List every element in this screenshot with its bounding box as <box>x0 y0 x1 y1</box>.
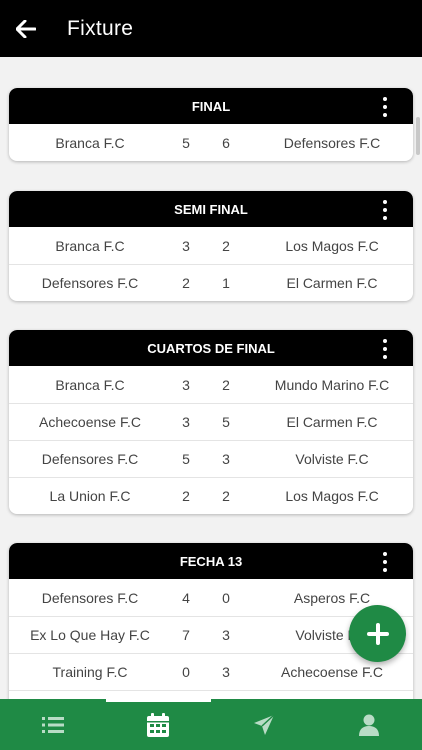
away-team: Defensores F.C <box>283 134 381 151</box>
user-icon <box>359 714 380 736</box>
home-team: Defensores F.C <box>41 589 139 606</box>
home-team: Ex Lo Que Hay F.C <box>30 627 150 643</box>
back-button[interactable] <box>1 0 51 57</box>
match-list: Branca F.C 3 2 Mundo Marino F.C Achecoen… <box>9 366 413 514</box>
nav-item-profile[interactable] <box>317 699 422 750</box>
away-team: Volviste F.C <box>295 451 369 467</box>
list-icon <box>41 716 64 733</box>
more-vert-icon <box>383 552 387 556</box>
match-list: Branca F.C 5 6 Defensores F.C <box>9 124 413 161</box>
home-score: 3 <box>182 414 190 430</box>
round-header: SEMI FINAL <box>9 191 413 227</box>
round-title: FINAL <box>191 98 231 114</box>
away-score: 0 <box>222 589 230 606</box>
away-score: 2 <box>222 488 230 504</box>
home-score: 2 <box>182 488 190 504</box>
away-team: El Carmen F.C <box>286 275 378 291</box>
match-row[interactable]: La Union F.C 2 2 Los Magos F.C <box>9 477 413 514</box>
match-row[interactable]: Training F.C 0 3 Achecoense F.C <box>9 653 413 690</box>
away-score: 5 <box>222 414 230 430</box>
match-row[interactable]: Branca F.C 5 6 Defensores F.C <box>9 124 413 161</box>
add-match-button[interactable] <box>349 605 406 662</box>
round-menu-button[interactable] <box>373 200 397 220</box>
away-team: Los Magos F.C <box>285 237 379 254</box>
away-team: El Carmen F.C <box>286 414 378 430</box>
round-title: CUARTOS DE FINAL <box>147 340 275 356</box>
home-team: La Union F.C <box>49 488 131 504</box>
match-row[interactable]: Defensores F.C 2 1 El Carmen F.C <box>9 264 413 301</box>
match-row[interactable]: Branca F.C 3 2 Los Magos F.C <box>9 227 413 264</box>
round-menu-button[interactable] <box>373 97 397 117</box>
home-score: 5 <box>182 451 190 467</box>
app-bar: Fixture <box>0 0 422 57</box>
bottom-nav <box>0 699 422 750</box>
home-score: 7 <box>182 627 190 643</box>
page-title: Fixture <box>67 16 134 40</box>
away-score: 2 <box>222 237 230 254</box>
round-header: FINAL <box>9 88 413 124</box>
home-team: Branca F.C <box>55 237 125 254</box>
round-card-final: FINAL Branca F.C 5 6 Defensores F.C <box>9 88 413 161</box>
round-menu-button[interactable] <box>373 552 397 572</box>
match-row[interactable]: Branca F.C 3 2 Mundo Marino F.C <box>9 366 413 403</box>
away-score: 3 <box>222 451 230 467</box>
match-row[interactable]: Defensores F.C 5 3 Volviste F.C <box>9 440 413 477</box>
home-team: Achecoense F.C <box>39 414 141 430</box>
round-card-cuartos-de-final: CUARTOS DE FINAL Branca F.C 3 2 Mundo Ma… <box>9 330 413 514</box>
round-title: FECHA 13 <box>179 553 243 569</box>
away-score: 2 <box>222 376 230 393</box>
away-team: Asperos F.C <box>293 589 371 606</box>
plus-icon <box>366 622 389 645</box>
send-icon <box>253 713 275 735</box>
home-team: Training F.C <box>52 664 128 680</box>
nav-item-list[interactable] <box>0 699 106 750</box>
home-score: 4 <box>182 589 190 606</box>
away-team: Los Magos F.C <box>285 488 379 504</box>
arrow-left-icon <box>16 19 36 38</box>
away-score: 3 <box>222 664 230 680</box>
round-title: SEMI FINAL <box>174 201 248 217</box>
calendar-icon <box>147 712 170 737</box>
match-list: Branca F.C 3 2 Los Magos F.C Defensores … <box>9 227 413 301</box>
more-vert-icon <box>383 97 387 101</box>
more-vert-icon <box>383 339 387 343</box>
match-row[interactable]: Defensores F.C 4 0 Asperos F.C <box>9 579 413 616</box>
away-score: 3 <box>222 627 230 643</box>
round-menu-button[interactable] <box>373 339 397 359</box>
more-vert-icon <box>383 200 387 204</box>
home-score: 5 <box>182 134 190 151</box>
away-score: 6 <box>222 134 230 151</box>
round-header: CUARTOS DE FINAL <box>9 330 413 366</box>
round-card-semi-final: SEMI FINAL Branca F.C 3 2 Los Magos F.C … <box>9 191 413 301</box>
home-score: 3 <box>182 376 190 393</box>
match-row[interactable] <box>9 690 413 699</box>
home-score: 2 <box>182 275 190 291</box>
away-score: 1 <box>222 275 230 291</box>
scrollbar[interactable] <box>416 117 420 155</box>
home-team: Branca F.C <box>55 134 125 151</box>
match-row[interactable]: Achecoense F.C 3 5 El Carmen F.C <box>9 403 413 440</box>
home-score: 0 <box>182 664 190 680</box>
home-score: 3 <box>182 237 190 254</box>
home-team: Branca F.C <box>55 376 125 393</box>
away-team: Achecoense F.C <box>281 664 383 680</box>
nav-item-calendar[interactable] <box>105 699 212 750</box>
round-header: FECHA 13 <box>9 543 413 579</box>
home-team: Defensores F.C <box>41 275 139 291</box>
home-team: Defensores F.C <box>41 451 139 467</box>
fixture-list[interactable]: FINAL Branca F.C 5 6 Defensores F.C SEMI… <box>0 57 422 699</box>
away-team: Mundo Marino F.C <box>274 376 390 393</box>
nav-item-send[interactable] <box>211 699 317 750</box>
